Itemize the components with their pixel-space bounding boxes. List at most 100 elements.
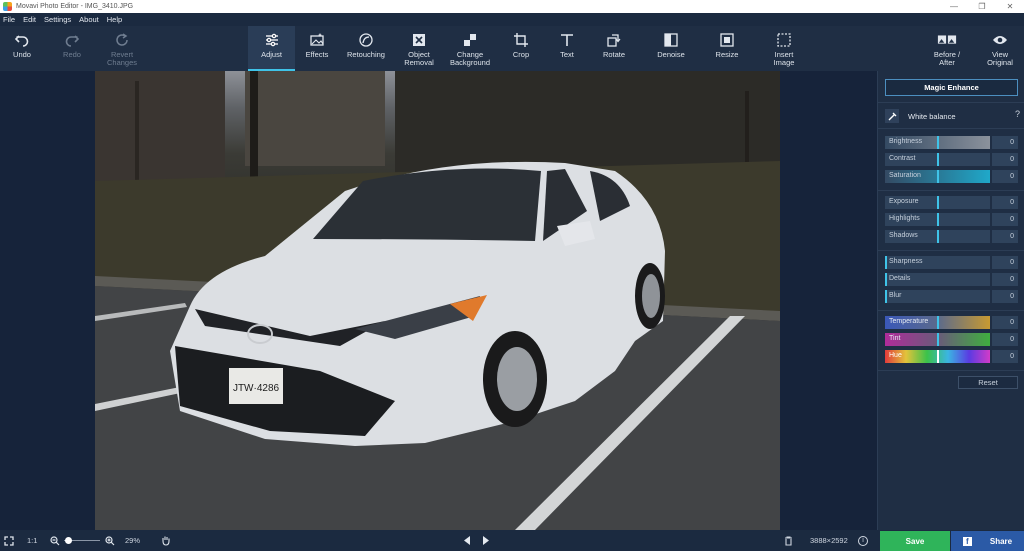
- help-icon[interactable]: ?: [1015, 109, 1020, 119]
- menu-edit[interactable]: Edit: [23, 15, 36, 24]
- hue-value[interactable]: 0: [992, 350, 1018, 363]
- rotate-icon: [604, 30, 624, 50]
- change-background-icon: [460, 30, 480, 50]
- exposure-value[interactable]: 0: [992, 196, 1018, 209]
- hue-slider[interactable]: Hue: [885, 350, 990, 363]
- redo-button[interactable]: Redo: [54, 26, 90, 71]
- effects-icon: [307, 30, 327, 50]
- menu-settings[interactable]: Settings: [44, 15, 71, 24]
- zoom-percentage: 29%: [125, 536, 141, 545]
- tab-resize[interactable]: Resize: [706, 26, 748, 71]
- contrast-slider[interactable]: Contrast: [885, 153, 990, 166]
- tab-insert-image[interactable]: Insert Image: [762, 26, 806, 71]
- next-image-icon[interactable]: [482, 530, 490, 551]
- tab-adjust[interactable]: Adjust: [248, 26, 295, 71]
- sharpness-label: Sharpness: [889, 258, 923, 265]
- blur-slider[interactable]: Blur: [885, 290, 990, 303]
- shadows-value[interactable]: 0: [992, 230, 1018, 243]
- tab-effects[interactable]: Effects: [296, 26, 338, 71]
- saturation-value[interactable]: 0: [992, 170, 1018, 183]
- before-after-icon: [937, 30, 957, 50]
- details-slider[interactable]: Details: [885, 273, 990, 286]
- blur-thumb[interactable]: [885, 290, 887, 303]
- shadows-slider[interactable]: Shadows: [885, 230, 990, 243]
- object-removal-icon: [409, 30, 429, 50]
- menu-help[interactable]: Help: [107, 15, 122, 24]
- trash-icon[interactable]: [784, 530, 793, 551]
- details-thumb[interactable]: [885, 273, 887, 286]
- retouching-icon: [356, 30, 376, 50]
- zoom-out-icon[interactable]: [50, 530, 60, 551]
- brightness-thumb[interactable]: [937, 136, 939, 149]
- highlights-slider[interactable]: Highlights: [885, 213, 990, 226]
- magic-enhance-button[interactable]: Magic Enhance: [885, 79, 1018, 96]
- resize-icon: [717, 30, 737, 50]
- image-canvas[interactable]: JTW·4286: [0, 71, 877, 530]
- effects-label: Effects: [305, 50, 329, 59]
- zoom-slider-knob[interactable]: [64, 537, 72, 544]
- highlights-label: Highlights: [889, 215, 920, 222]
- redo-label: Redo: [63, 50, 81, 59]
- share-button[interactable]: f Share: [951, 531, 1024, 551]
- tab-object-removal[interactable]: Object Removal: [396, 26, 442, 71]
- save-button[interactable]: Save: [880, 531, 950, 551]
- menu-about[interactable]: About: [79, 15, 99, 24]
- zoom-in-icon[interactable]: [105, 530, 115, 551]
- before-after-label: Before / After: [933, 50, 961, 67]
- highlights-thumb[interactable]: [937, 213, 939, 226]
- tint-slider[interactable]: Tint: [885, 333, 990, 346]
- photo-editor-window: Movavi Photo Editor - IMG_3410.JPG — ❐ ✕…: [0, 0, 1024, 551]
- hand-tool-icon[interactable]: [161, 530, 171, 551]
- saturation-thumb[interactable]: [937, 170, 939, 183]
- sharpness-value[interactable]: 0: [992, 256, 1018, 269]
- restore-button[interactable]: ❐: [968, 0, 996, 13]
- temperature-value[interactable]: 0: [992, 316, 1018, 329]
- tab-rotate[interactable]: Rotate: [594, 26, 634, 71]
- revert-changes-button[interactable]: Revert Changes: [100, 26, 144, 71]
- divider: [878, 190, 1024, 191]
- hue-thumb[interactable]: [937, 350, 939, 363]
- sharpness-slider[interactable]: Sharpness: [885, 256, 990, 269]
- tab-text[interactable]: Text: [548, 26, 586, 71]
- window-title: Movavi Photo Editor - IMG_3410.JPG: [16, 3, 134, 10]
- exposure-slider[interactable]: Exposure: [885, 196, 990, 209]
- details-value[interactable]: 0: [992, 273, 1018, 286]
- view-original-button[interactable]: View Original: [980, 26, 1020, 71]
- temperature-thumb[interactable]: [937, 316, 939, 329]
- tint-value[interactable]: 0: [992, 333, 1018, 346]
- highlights-value[interactable]: 0: [992, 213, 1018, 226]
- tab-retouching[interactable]: Retouching: [340, 26, 392, 71]
- info-glyph: i: [858, 535, 868, 546]
- denoise-label: Denoise: [657, 50, 685, 59]
- contrast-thumb[interactable]: [937, 153, 939, 166]
- saturation-slider[interactable]: Saturation: [885, 170, 990, 183]
- shadows-label: Shadows: [889, 232, 918, 239]
- fit-to-screen-icon[interactable]: [4, 530, 14, 551]
- sharpness-thumb[interactable]: [885, 256, 887, 269]
- shadows-thumb[interactable]: [937, 230, 939, 243]
- blur-value[interactable]: 0: [992, 290, 1018, 303]
- temperature-slider[interactable]: Temperature: [885, 316, 990, 329]
- undo-button[interactable]: Undo: [4, 26, 40, 71]
- tab-denoise[interactable]: Denoise: [648, 26, 694, 71]
- tab-change-background[interactable]: Change Background: [444, 26, 496, 71]
- eyedropper-icon[interactable]: [885, 109, 899, 123]
- info-icon[interactable]: i: [858, 530, 868, 551]
- divider: [878, 370, 1024, 371]
- actual-size-button[interactable]: 1:1: [27, 530, 37, 551]
- tint-thumb[interactable]: [937, 333, 939, 346]
- close-button[interactable]: ✕: [996, 0, 1024, 13]
- previous-image-icon[interactable]: [463, 530, 471, 551]
- exposure-thumb[interactable]: [937, 196, 939, 209]
- hue-label: Hue: [889, 352, 902, 359]
- reset-button[interactable]: Reset: [958, 376, 1018, 389]
- minimize-button[interactable]: —: [940, 0, 968, 13]
- crop-icon: [511, 30, 531, 50]
- contrast-value[interactable]: 0: [992, 153, 1018, 166]
- tab-crop[interactable]: Crop: [502, 26, 540, 71]
- before-after-button[interactable]: Before / After: [926, 26, 968, 71]
- brightness-value[interactable]: 0: [992, 136, 1018, 149]
- photo: JTW·4286: [95, 71, 780, 530]
- menu-file[interactable]: File: [3, 15, 15, 24]
- brightness-slider[interactable]: Brightness: [885, 136, 990, 149]
